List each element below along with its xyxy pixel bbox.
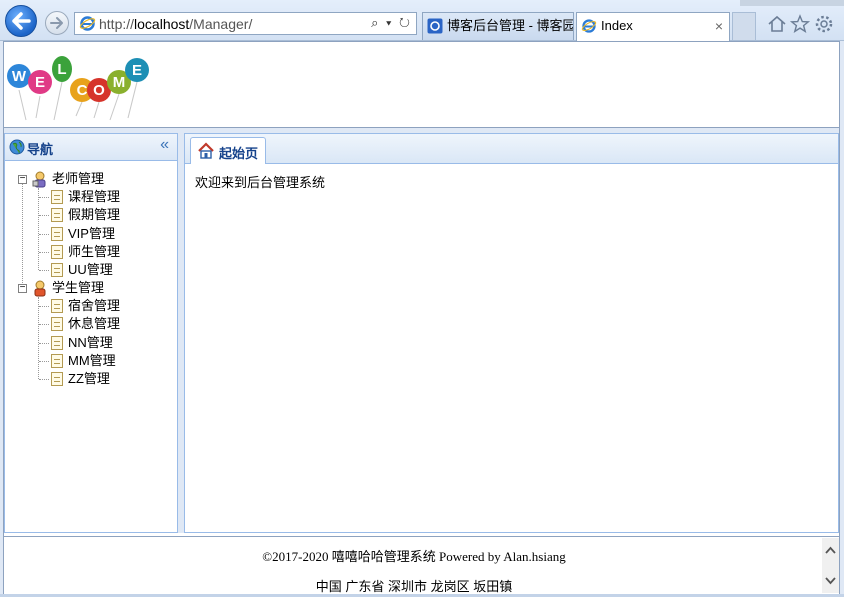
welcome-logo: W E L C O M E	[7, 56, 149, 121]
page-icon	[51, 299, 63, 313]
tree-line	[39, 252, 49, 253]
tree-line	[39, 361, 49, 362]
tree-line	[38, 297, 39, 379]
tree-item-label: 休息管理	[68, 316, 121, 331]
page-header: W E L C O M E	[4, 42, 839, 128]
tree-item-label: 课程管理	[68, 189, 121, 204]
page-icon	[51, 336, 63, 350]
back-arrow-icon	[12, 12, 31, 30]
page-icon	[51, 263, 63, 277]
url-path: /Manager/	[189, 16, 253, 32]
content-panel: 起始页 欢迎来到后台管理系统	[184, 133, 839, 533]
svg-text:O: O	[93, 82, 105, 99]
close-tab-icon[interactable]: ×	[715, 13, 723, 39]
tree-item-label: 师生管理	[68, 244, 121, 259]
tree-group-label: 老师管理	[52, 171, 105, 186]
layout-body: 导航 « − 老师管理 课程管理 假期管理 VIP管理 师生管理 UU管理 − …	[4, 128, 839, 533]
tree-line	[38, 188, 39, 270]
tree-line	[22, 184, 23, 293]
tab-home-label: 起始页	[219, 146, 259, 161]
content-tabstrip: 起始页	[185, 134, 838, 164]
tree-line	[39, 306, 49, 307]
browser-toolbar: http://localhost/Manager/ ⌕ ▾ ↻ 博客后台管理 -…	[0, 0, 844, 41]
tree-line	[39, 215, 49, 216]
address-tools[interactable]: ⌕ ▾ ↻	[371, 15, 412, 31]
web-page: W E L C O M E 导航 « − 老师管理 课程管理 假期管理 VIP管…	[3, 41, 840, 594]
browser-tab-label: 博客后台管理 - 博客园	[447, 18, 574, 33]
page-icon	[51, 354, 63, 368]
blog-favicon-icon	[427, 18, 443, 34]
page-icon	[51, 227, 63, 241]
forward-arrow-icon	[50, 17, 63, 29]
nav-title: 导航	[27, 142, 54, 157]
browser-tab-blog[interactable]: 博客后台管理 - 博客园	[422, 12, 574, 40]
footer-address: 中国 广东省 深圳市 龙岗区 坂田镇	[315, 579, 513, 594]
tree-line	[39, 343, 49, 344]
nav-header: 导航 «	[5, 134, 177, 161]
footer-copyright: ©2017-2020 嘻嘻哈哈管理系统 Powered by Alan.hsia…	[262, 549, 566, 564]
tree-item-label: 假期管理	[68, 207, 121, 222]
page-icon	[51, 190, 63, 204]
url-text: http://localhost/Manager/	[99, 16, 252, 32]
url-prefix: http://	[99, 16, 135, 32]
globe-icon	[9, 139, 25, 155]
window-controls-strip	[740, 0, 844, 6]
scroll-up-icon[interactable]	[822, 542, 839, 560]
tree-item-label: ZZ管理	[68, 371, 110, 386]
ie-tab-icon	[581, 19, 597, 33]
svg-text:E: E	[132, 62, 142, 79]
home-icon[interactable]	[766, 13, 788, 35]
star-icon[interactable]	[789, 13, 811, 35]
svg-text:E: E	[35, 74, 45, 91]
tree-line	[39, 197, 49, 198]
page-icon	[51, 372, 63, 386]
address-bar[interactable]: http://localhost/Manager/ ⌕ ▾ ↻	[74, 12, 417, 35]
tree-line	[39, 324, 49, 325]
tree-line	[39, 270, 49, 271]
teacher-icon	[32, 171, 46, 188]
back-button[interactable]	[5, 5, 37, 37]
forward-button[interactable]	[45, 11, 69, 35]
footer-scrollbar[interactable]	[822, 538, 839, 593]
house-icon	[198, 142, 214, 159]
collapse-icon[interactable]: «	[160, 136, 169, 154]
tree-item-label: NN管理	[68, 335, 113, 350]
browser-tab-index[interactable]: Index ×	[576, 12, 730, 41]
welcome-text: 欢迎来到后台管理系统	[195, 175, 326, 190]
url-host: localhost	[134, 16, 190, 32]
tree-toggle[interactable]: −	[18, 283, 27, 293]
student-icon	[34, 280, 46, 297]
tab-home[interactable]: 起始页	[190, 137, 266, 164]
nav-panel: 导航 « − 老师管理 课程管理 假期管理 VIP管理 师生管理 UU管理 − …	[4, 133, 178, 533]
page-icon	[51, 208, 63, 222]
tree-toggle[interactable]: −	[18, 174, 27, 184]
svg-text:C: C	[77, 82, 88, 99]
tree-item-label: UU管理	[68, 262, 113, 277]
tree-group-label: 学生管理	[52, 280, 105, 295]
page-icon	[51, 245, 63, 259]
tree-item-label: 宿舍管理	[68, 298, 121, 313]
gear-icon[interactable]	[813, 13, 835, 35]
svg-text:M: M	[113, 74, 126, 91]
svg-text:L: L	[57, 61, 66, 78]
tree-item-label: VIP管理	[68, 226, 115, 241]
svg-text:W: W	[12, 68, 27, 85]
page-icon	[51, 317, 63, 331]
scroll-down-icon[interactable]	[822, 571, 839, 589]
ie-logo-icon	[79, 16, 96, 31]
tree-line	[39, 234, 49, 235]
tree-line	[39, 379, 49, 380]
browser-tab-label: Index	[601, 18, 633, 33]
page-footer: ©2017-2020 嘻嘻哈哈管理系统 Powered by Alan.hsia…	[4, 536, 839, 594]
new-tab-button[interactable]	[732, 12, 756, 40]
tree-item-label: MM管理	[68, 353, 116, 368]
